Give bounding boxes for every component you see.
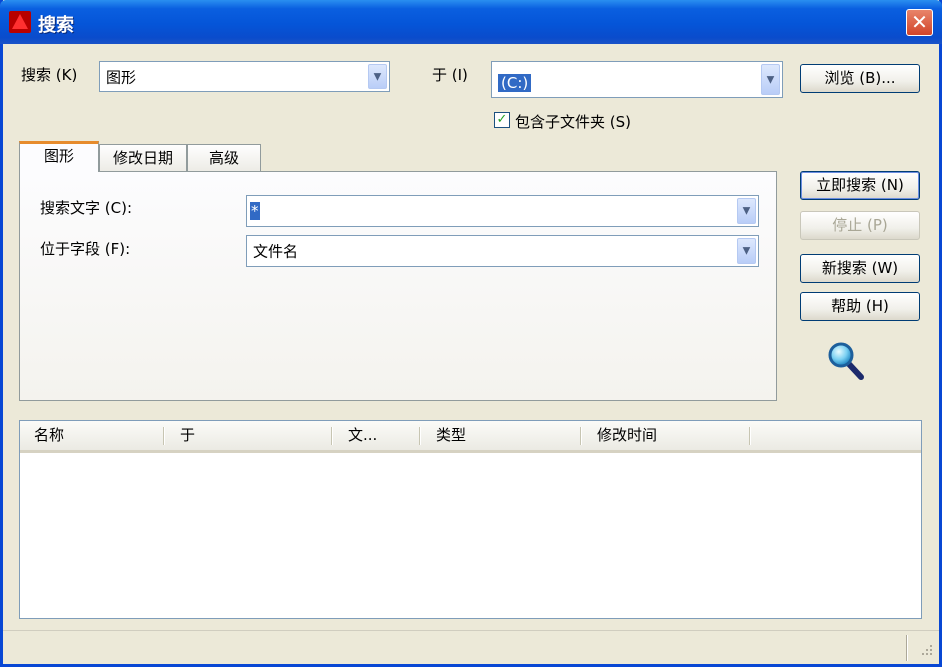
- column-header-in[interactable]: 于: [180, 421, 195, 450]
- include-subfolders-label[interactable]: 包含子文件夹 (S): [515, 111, 631, 132]
- stop-button[interactable]: 停止 (P): [800, 211, 920, 240]
- location-select[interactable]: (C:) ▼: [491, 61, 783, 98]
- search-text-label: 搜索文字 (C):: [40, 199, 132, 217]
- tab-modified-date[interactable]: 修改日期: [99, 144, 187, 172]
- field-value: 文件名: [253, 242, 299, 261]
- search-text-input[interactable]: * ▼: [246, 195, 759, 227]
- column-header-name[interactable]: 名称: [34, 421, 64, 450]
- search-dialog: 搜索 ✕ 搜索 (K) 图形 ▼ 于 (I) (C:) ▼ 浏览 (B)... …: [0, 0, 942, 667]
- field-select[interactable]: 文件名 ▼: [246, 235, 759, 267]
- field-label: 位于字段 (F):: [40, 240, 131, 258]
- new-search-button[interactable]: 新搜索 (W): [800, 254, 920, 283]
- help-button[interactable]: 帮助 (H): [800, 292, 920, 321]
- magnifier-icon: [828, 342, 864, 380]
- browse-button[interactable]: 浏览 (B)...: [800, 64, 920, 93]
- close-button[interactable]: ✕: [906, 9, 933, 36]
- status-bar: [3, 630, 939, 664]
- search-type-value: 图形: [106, 68, 137, 86]
- results-list[interactable]: 名称 于 文... 类型 修改时间: [19, 420, 922, 619]
- location-label: 于 (I): [432, 66, 468, 84]
- search-type-select[interactable]: 图形 ▼: [99, 61, 390, 92]
- chevron-down-icon[interactable]: ▼: [737, 238, 756, 264]
- title-bar[interactable]: 搜索 ✕: [0, 0, 942, 44]
- column-header-modified[interactable]: 修改时间: [597, 421, 657, 450]
- column-header-size[interactable]: 文...: [348, 421, 377, 450]
- tab-drawing[interactable]: 图形: [19, 141, 99, 172]
- search-text-value: *: [250, 202, 260, 220]
- chevron-down-icon[interactable]: ▼: [761, 64, 780, 95]
- resize-grip-icon[interactable]: [918, 641, 934, 657]
- chevron-down-icon[interactable]: ▼: [737, 198, 756, 224]
- chevron-down-icon[interactable]: ▼: [368, 64, 387, 89]
- search-type-label: 搜索 (K): [21, 66, 78, 84]
- window-title: 搜索: [38, 15, 74, 36]
- location-value: (C:): [498, 74, 532, 92]
- tab-advanced[interactable]: 高级: [187, 144, 261, 172]
- tab-panel: 搜索文字 (C): * ▼ 位于字段 (F): 文件名 ▼: [19, 171, 777, 401]
- column-header-type[interactable]: 类型: [436, 421, 466, 450]
- search-now-button[interactable]: 立即搜索 (N): [800, 171, 920, 200]
- autocad-icon: [9, 11, 31, 33]
- include-subfolders-checkbox[interactable]: ✓: [494, 112, 510, 128]
- results-header: 名称 于 文... 类型 修改时间: [20, 421, 921, 453]
